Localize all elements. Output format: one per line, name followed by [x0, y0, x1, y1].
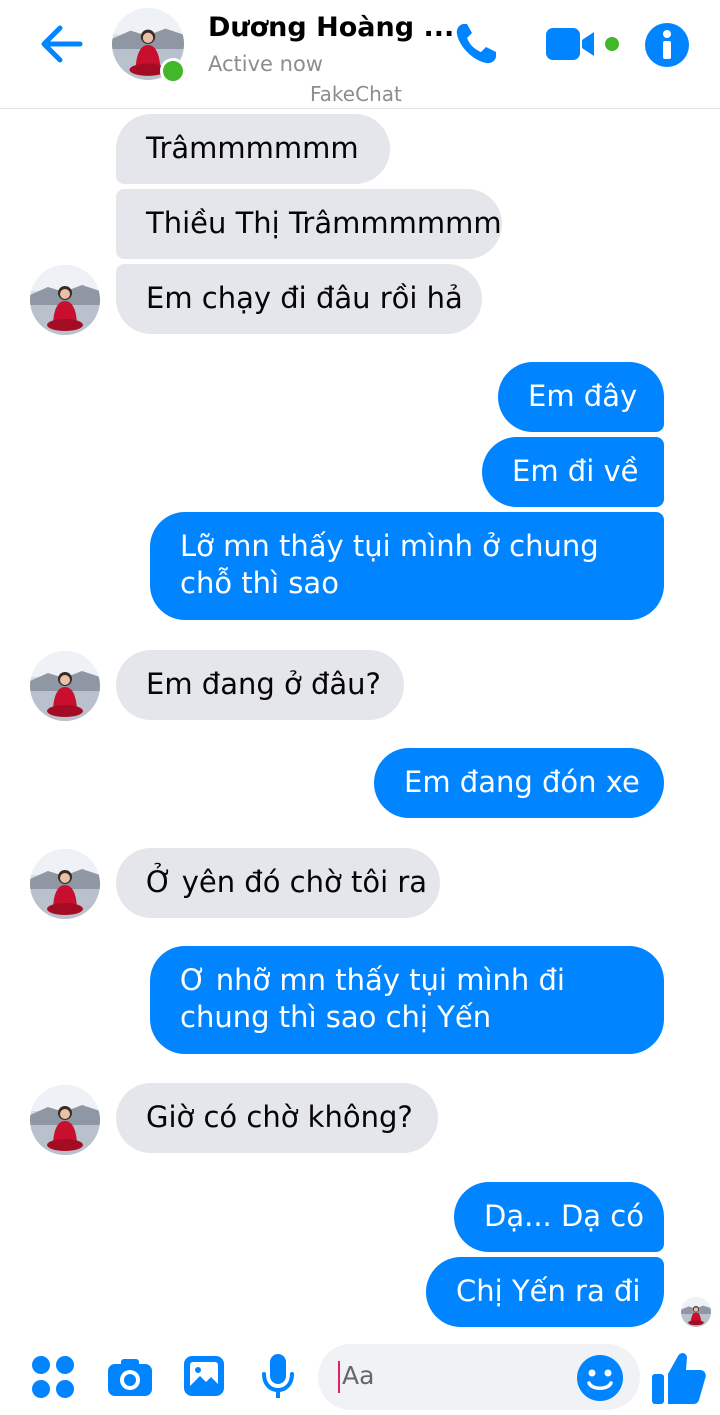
thumbs-up-icon[interactable] [650, 1348, 708, 1406]
message-bubble-incoming[interactable]: Thiều Thị Trâmmmmmm [116, 189, 502, 259]
message-bubble-outgoing[interactable]: Ơ nhỡ mn thấy tụi mình đi chung thì sao … [150, 946, 664, 1054]
contact-name[interactable]: Dương Hoàng ... [208, 12, 454, 43]
message-line: Ơ nhỡ mn thấy tụi mình đi [180, 963, 565, 997]
message-line: Lỡ mn thấy tụi mình ở chung [180, 529, 599, 563]
message-bubble-outgoing[interactable]: Dạ... Dạ có [454, 1182, 664, 1252]
image-icon[interactable] [182, 1354, 226, 1398]
video-camera-icon[interactable] [544, 24, 624, 64]
online-indicator [160, 58, 186, 84]
info-icon[interactable] [644, 22, 690, 68]
watermark-text: FakeChat [310, 82, 402, 106]
message-bubble-incoming[interactable]: Em đang ở đâu? [116, 650, 404, 720]
four-dots-icon[interactable] [30, 1354, 76, 1400]
active-status: Active now [208, 52, 323, 76]
message-line: chỗ thì sao [180, 566, 339, 600]
back-arrow-icon[interactable] [36, 22, 88, 66]
message-bubble-outgoing[interactable]: Lỡ mn thấy tụi mình ở chung chỗ thì sao [150, 512, 664, 620]
message-bubble-incoming[interactable]: Trâmmmmmm [116, 114, 390, 184]
sender-avatar[interactable] [30, 265, 100, 335]
sender-avatar[interactable] [30, 1085, 100, 1155]
message-bubble-outgoing[interactable]: Em đi về [482, 437, 664, 507]
microphone-icon[interactable] [260, 1352, 296, 1402]
message-bubble-incoming[interactable]: Ở yên đó chờ tôi ra [116, 848, 440, 918]
sender-avatar[interactable] [30, 849, 100, 919]
message-bubble-outgoing[interactable]: Em đây [498, 362, 664, 432]
message-list[interactable]: Trâmmmmmm Thiều Thị Trâmmmmmm Em chạy đi… [0, 108, 720, 1338]
smiley-icon[interactable] [576, 1354, 624, 1402]
sender-avatar[interactable] [30, 651, 100, 721]
camera-icon[interactable] [106, 1356, 154, 1398]
message-bubble-incoming[interactable]: Em chạy đi đâu rồi hả [116, 264, 482, 334]
message-composer: Aa [0, 1338, 720, 1415]
message-bubble-outgoing[interactable]: Em đang đón xe [374, 748, 664, 818]
phone-icon[interactable] [452, 20, 500, 68]
message-bubble-outgoing[interactable]: Chị Yến ra đi [426, 1257, 664, 1327]
text-caret [338, 1361, 340, 1393]
message-input-placeholder: Aa [342, 1361, 375, 1390]
chat-header: Dương Hoàng ... Active now FakeChat [0, 0, 720, 109]
message-bubble-incoming[interactable]: Giờ có chờ không? [116, 1083, 438, 1153]
seen-indicator-avatar [681, 1297, 711, 1327]
message-line: chung thì sao chị Yến [180, 1000, 492, 1034]
